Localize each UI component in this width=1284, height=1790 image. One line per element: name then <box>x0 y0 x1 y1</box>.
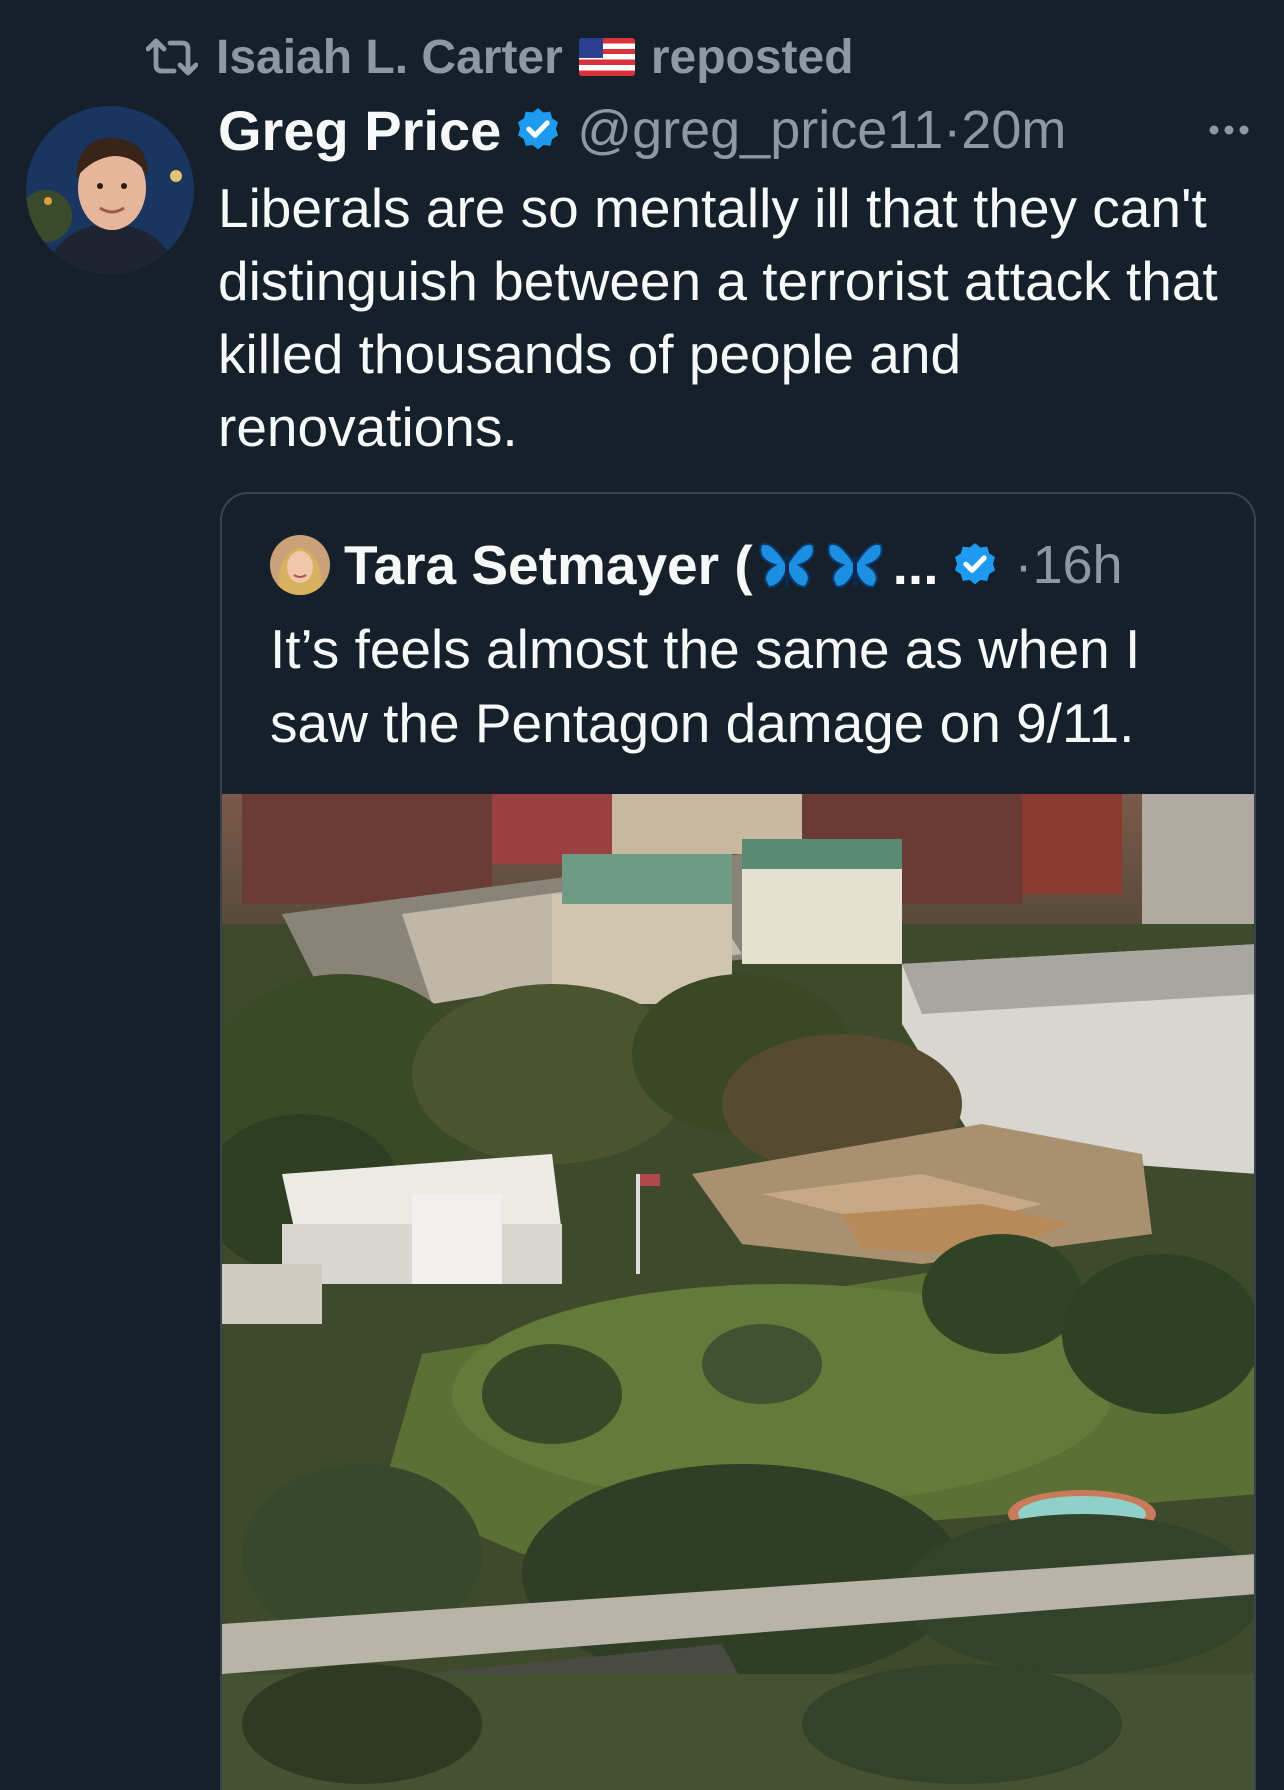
us-flag-emoji <box>578 38 635 76</box>
butterfly-emoji-icon <box>826 543 883 589</box>
author-avatar[interactable] <box>26 106 194 274</box>
tweet-text: Liberals are so mentally ill that they c… <box>218 177 1218 458</box>
quote-author-avatar <box>270 535 330 595</box>
repost-icon <box>146 38 198 76</box>
author-name[interactable]: Greg Price <box>218 98 501 163</box>
butterfly-emoji-icon <box>758 543 815 589</box>
reposter-name[interactable]: Isaiah L. Carter <box>216 30 563 85</box>
quote-text: It’s feels almost the same as when I saw… <box>270 618 1141 754</box>
quote-name-ellipsis: ... <box>892 534 939 596</box>
quote-time-separator: · <box>1014 535 1033 595</box>
quote-verified-badge-icon[interactable] <box>950 540 1000 590</box>
repost-context[interactable]: Isaiah L. Carter reposted <box>146 28 854 86</box>
quote-media-photo[interactable] <box>222 794 1256 1790</box>
time-separator: · <box>943 100 962 160</box>
tweet-timestamp[interactable]: 20m <box>961 99 1066 161</box>
more-options-icon[interactable] <box>1204 110 1254 150</box>
quoted-tweet-card[interactable]: Tara Setmayer ( ... · 16h It’s feels alm… <box>220 492 1256 1790</box>
quote-header: Tara Setmayer ( ... · 16h <box>270 532 1123 598</box>
quote-author-name[interactable]: Tara Setmayer ( <box>344 533 753 597</box>
tweet-header: Greg Price @greg_price11 · 20m <box>218 98 1066 162</box>
author-handle[interactable]: @greg_price11 <box>577 99 943 161</box>
repost-label: reposted <box>650 30 854 84</box>
verified-badge-icon[interactable] <box>513 105 563 155</box>
quote-timestamp[interactable]: 16h <box>1032 534 1122 596</box>
